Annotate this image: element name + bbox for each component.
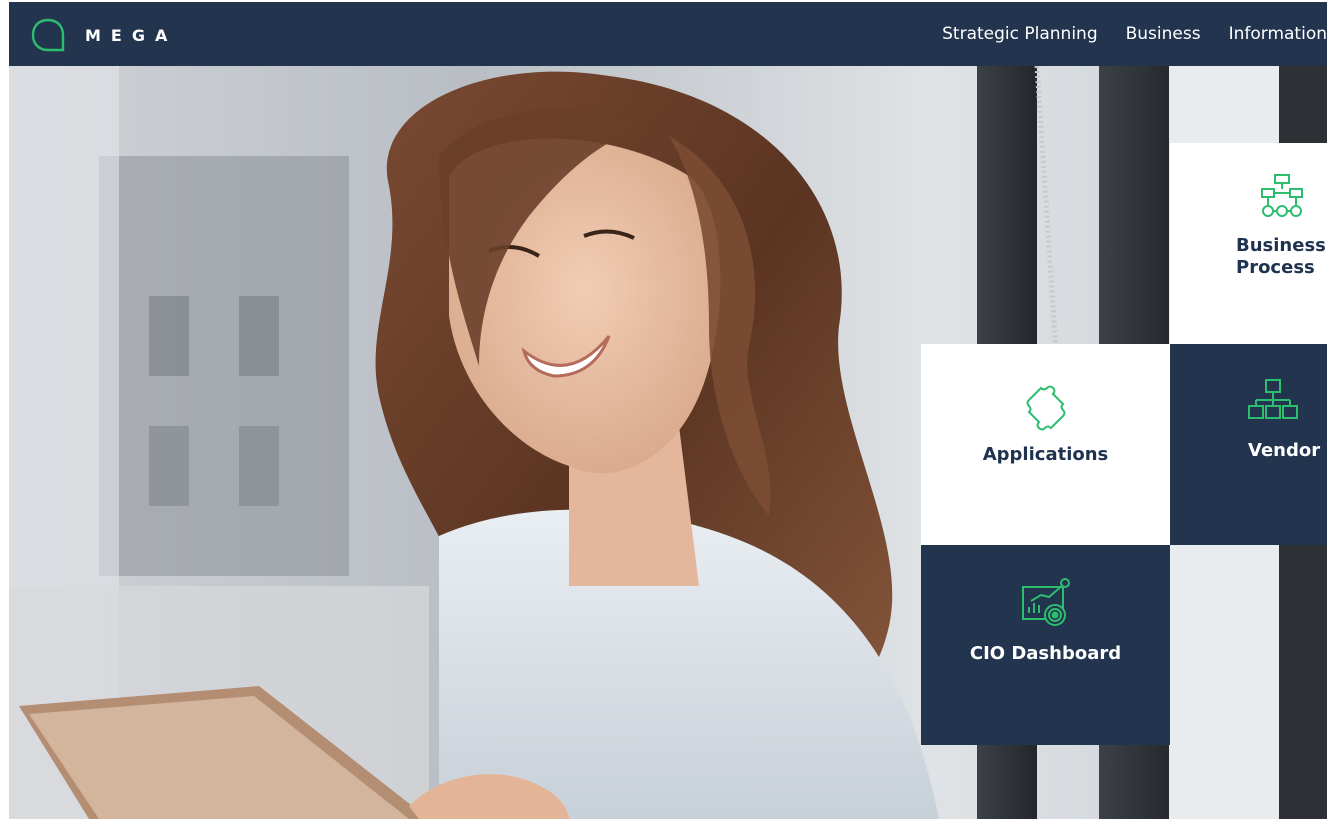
page-frame: MEGA Strategic Planning Business Informa… bbox=[9, 2, 1327, 819]
top-navbar: MEGA Strategic Planning Business Informa… bbox=[9, 2, 1327, 66]
tile-business-process[interactable]: Business Process bbox=[1170, 143, 1327, 345]
tile-vendor[interactable]: Vendor bbox=[1170, 344, 1327, 545]
nav-item-business[interactable]: Business bbox=[1112, 2, 1215, 66]
mega-logo-icon bbox=[31, 18, 65, 52]
dashboard-chart-icon bbox=[1021, 578, 1070, 626]
tile-cio-dashboard-label: CIO Dashboard bbox=[969, 643, 1122, 664]
nav-item-information[interactable]: Information bbox=[1215, 2, 1327, 66]
brand-name: MEGA bbox=[85, 25, 178, 45]
tile-applications-label: Applications bbox=[982, 444, 1109, 465]
tile-cio-dashboard[interactable]: CIO Dashboard bbox=[921, 545, 1170, 745]
process-diagram-icon bbox=[1261, 174, 1303, 217]
nav-item-strategic-planning[interactable]: Strategic Planning bbox=[928, 2, 1111, 66]
puzzle-icon bbox=[1026, 385, 1065, 431]
tile-vendor-label: Vendor bbox=[1248, 440, 1321, 461]
tile-applications[interactable]: Applications bbox=[921, 344, 1170, 545]
tile-business-process-label: Business Process bbox=[1236, 235, 1326, 278]
org-chart-icon bbox=[1248, 379, 1298, 419]
main-nav: Strategic Planning Business Information bbox=[928, 2, 1327, 66]
brand-logo[interactable]: MEGA bbox=[31, 18, 177, 52]
